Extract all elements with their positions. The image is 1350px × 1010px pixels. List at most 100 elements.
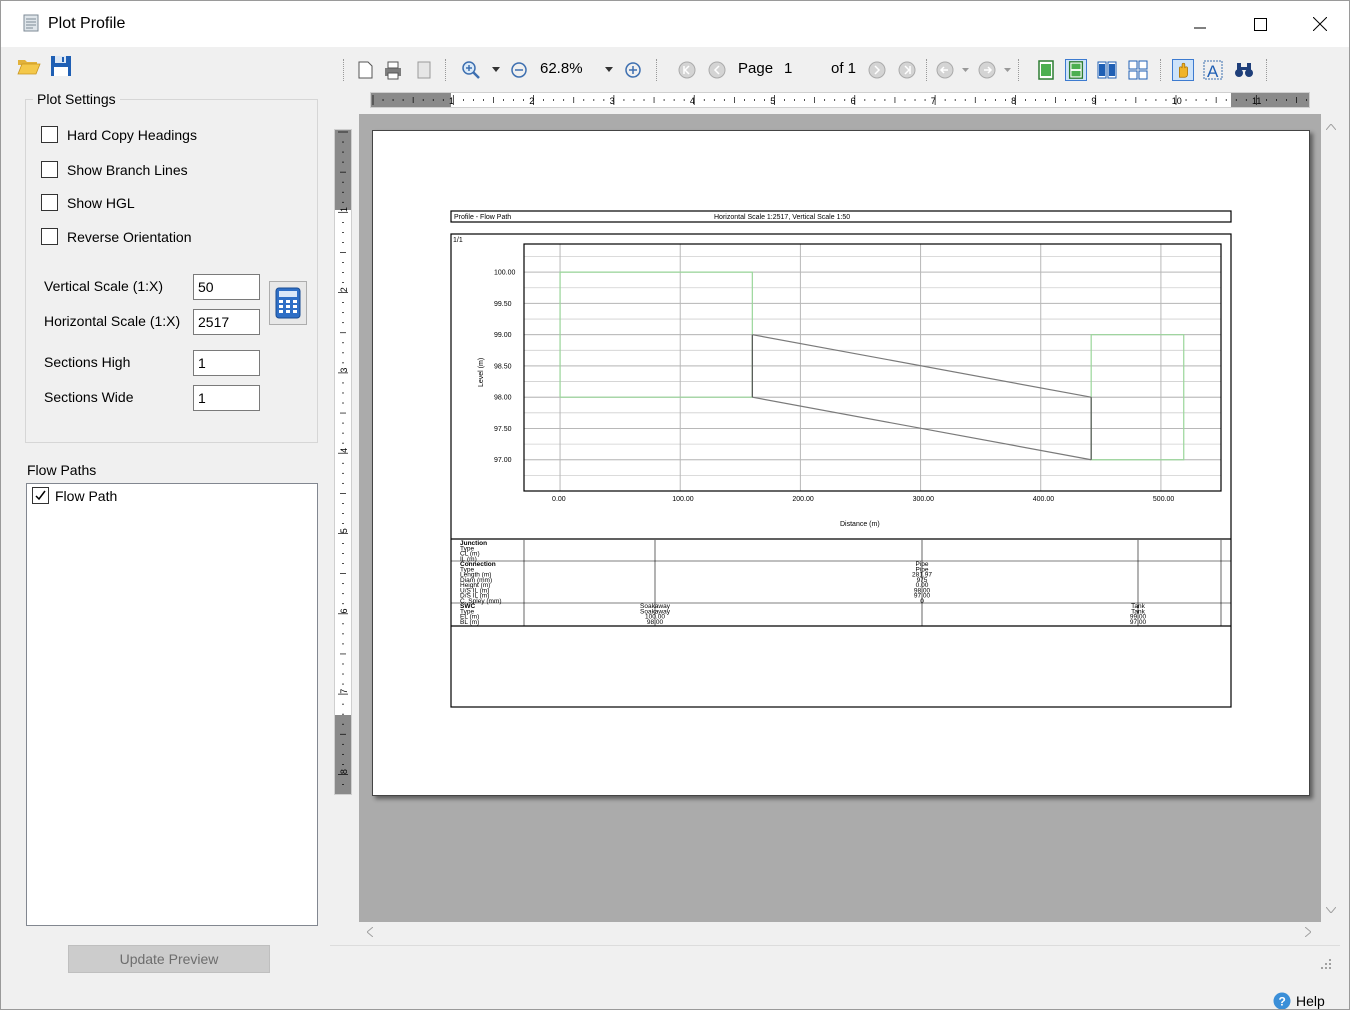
- open-folder-icon[interactable]: [17, 54, 41, 78]
- header-center-text: Horizontal Scale 1:2517, Vertical Scale …: [714, 214, 850, 221]
- toolbar-separator: [343, 59, 345, 81]
- close-button[interactable]: [1291, 1, 1349, 47]
- reverse-orientation-checkbox[interactable]: Reverse Orientation: [41, 228, 192, 245]
- status-strip: [330, 945, 1340, 973]
- minimize-icon: [1194, 27, 1206, 29]
- horizontal-scale-input[interactable]: [193, 309, 260, 335]
- ruler-label: 4: [690, 96, 695, 106]
- update-preview-button[interactable]: Update Preview: [68, 945, 270, 973]
- next-page-icon[interactable]: [866, 59, 888, 81]
- last-page-icon[interactable]: [896, 59, 918, 81]
- sheet-label: 1/1: [453, 237, 463, 244]
- zoom-level[interactable]: 62.8%: [540, 60, 583, 77]
- flow-paths-list[interactable]: Flow Path: [26, 483, 318, 926]
- text-select-icon[interactable]: A: [1202, 59, 1224, 81]
- page-setup-icon[interactable]: [413, 59, 435, 81]
- horizontal-ruler: 1 2 3 4 5 6 7 8 9 10 11: [370, 92, 1310, 108]
- preview-page: Profile - Flow Path Horizontal Scale 1:2…: [372, 130, 1310, 796]
- plot-settings-title: Plot Settings: [33, 91, 120, 107]
- y-axis-label: Level (m): [478, 358, 485, 387]
- flow-path-checkbox[interactable]: [32, 487, 49, 504]
- ruler-label: 1: [449, 96, 454, 106]
- ruler-margin: [1231, 93, 1309, 107]
- zoom-out-icon[interactable]: [508, 59, 530, 81]
- toolbar-separator: [926, 59, 928, 81]
- calculator-icon: [275, 287, 301, 319]
- checkbox-label: Show HGL: [67, 194, 135, 211]
- y-tick-label: 98.50: [494, 363, 512, 370]
- page-label: Page: [738, 60, 774, 77]
- title-bar: Plot Profile: [1, 1, 1349, 47]
- single-page-icon[interactable]: [1035, 59, 1057, 81]
- chevron-down-icon[interactable]: [962, 68, 969, 73]
- back-icon[interactable]: [934, 59, 956, 81]
- ruler-label: 3: [339, 368, 349, 373]
- scroll-right-icon[interactable]: [1305, 927, 1311, 937]
- scroll-up-icon[interactable]: [1326, 124, 1336, 130]
- show-branch-lines-checkbox[interactable]: Show Branch Lines: [41, 161, 188, 178]
- toolbar-separator: [445, 59, 447, 81]
- ruler-label: 9: [1091, 96, 1096, 106]
- two-pages-icon[interactable]: [1096, 59, 1118, 81]
- chart-grid: [524, 244, 1221, 491]
- sections-wide-input[interactable]: [193, 385, 260, 411]
- x-tick-label: 200.00: [792, 496, 814, 503]
- ruler-label: 2: [339, 287, 349, 292]
- new-page-icon[interactable]: [354, 59, 376, 81]
- ruler-label: 7: [339, 689, 349, 694]
- maximize-button[interactable]: [1231, 1, 1289, 47]
- page-number-input[interactable]: 1: [784, 60, 792, 77]
- scroll-left-icon[interactable]: [367, 927, 373, 937]
- x-tick-label: 500.00: [1153, 496, 1175, 503]
- horizontal-scale-label: Horizontal Scale (1:X): [44, 313, 181, 329]
- vertical-scrollbar[interactable]: [1321, 114, 1340, 922]
- vertical-ruler: 1 2 3 4 5 6 7 8: [334, 129, 352, 795]
- checkbox-box[interactable]: [41, 228, 58, 245]
- first-page-icon[interactable]: [676, 59, 698, 81]
- sections-high-input[interactable]: [193, 350, 260, 376]
- ruler-label: 3: [610, 96, 615, 106]
- four-pages-icon[interactable]: [1127, 59, 1149, 81]
- checkbox-box[interactable]: [41, 194, 58, 211]
- vertical-scale-input[interactable]: [193, 274, 260, 300]
- forward-icon[interactable]: [976, 59, 998, 81]
- y-tick-label: 99.00: [494, 332, 512, 339]
- toolbar-separator: [656, 59, 658, 81]
- ruler-label: 10: [1172, 96, 1182, 106]
- ruler-label: 5: [339, 528, 349, 533]
- chevron-down-icon[interactable]: [605, 67, 613, 73]
- checkbox-label: Show Branch Lines: [67, 161, 188, 178]
- chevron-down-icon[interactable]: [492, 67, 500, 73]
- zoom-in-icon[interactable]: [460, 59, 482, 81]
- show-hgl-checkbox[interactable]: Show HGL: [41, 194, 135, 211]
- previous-page-icon[interactable]: [706, 59, 728, 81]
- table-cell: 97.00: [1130, 619, 1147, 626]
- help-label: Help: [1296, 993, 1325, 1009]
- hard-copy-headings-checkbox[interactable]: Hard Copy Headings: [41, 126, 197, 143]
- minimize-button[interactable]: [1171, 1, 1229, 47]
- save-icon[interactable]: [49, 54, 73, 78]
- scroll-down-icon[interactable]: [1326, 907, 1336, 913]
- chevron-down-icon[interactable]: [1004, 68, 1011, 73]
- calculate-scale-button[interactable]: [269, 281, 307, 325]
- checkbox-box[interactable]: [41, 161, 58, 178]
- help-link[interactable]: ? Help: [1273, 992, 1325, 1009]
- preview-toolbar: 62.8% Page 1 of 1 A: [330, 51, 1340, 89]
- ruler-label: 6: [851, 96, 856, 106]
- zoom-plus-icon[interactable]: [622, 59, 644, 81]
- horizontal-scrollbar[interactable]: [359, 922, 1321, 941]
- drawing-frame: [450, 233, 1232, 708]
- y-tick-label: 97.00: [494, 457, 512, 464]
- flow-path-item[interactable]: Flow Path: [32, 487, 117, 504]
- checkbox-box[interactable]: [41, 126, 58, 143]
- print-icon[interactable]: [382, 59, 404, 81]
- fit-page-icon[interactable]: [1065, 59, 1087, 81]
- y-tick-label: 99.50: [494, 301, 512, 308]
- checkbox-label: Reverse Orientation: [67, 228, 192, 245]
- hand-tool-icon[interactable]: [1172, 59, 1194, 81]
- vertical-scale-label: Vertical Scale (1:X): [44, 278, 164, 294]
- find-icon[interactable]: [1233, 59, 1255, 81]
- resize-grip-icon[interactable]: [1320, 958, 1332, 970]
- x-tick-label: 300.00: [913, 496, 935, 503]
- horizontal-ruler-scale: 1 2 3 4 5 6 7 8 9 10 11: [371, 93, 1309, 107]
